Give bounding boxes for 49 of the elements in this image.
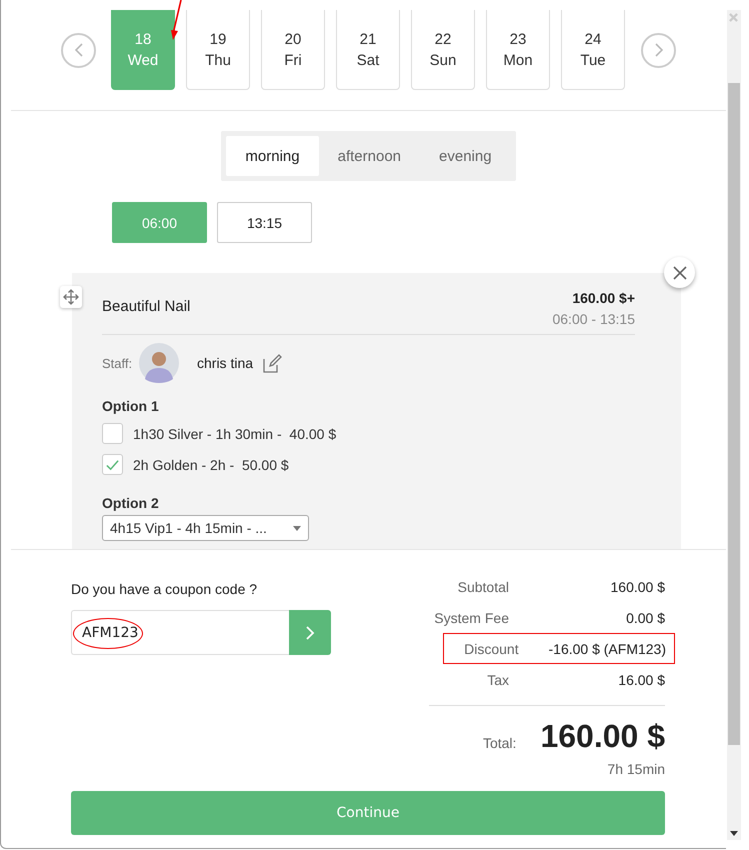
- total-duration: 7h 15min: [606, 761, 665, 777]
- check-icon: [105, 458, 120, 472]
- summary-label: System Fee: [433, 610, 509, 626]
- staff-name: chris tina: [197, 355, 254, 371]
- option-label: 1h30 Silver - 1h 30min - 40.00 $: [133, 426, 336, 442]
- period-tab[interactable]: afternoon: [318, 136, 420, 176]
- option-title: Option 1: [102, 398, 160, 414]
- summary-value: 16.00 $: [617, 672, 665, 688]
- chevron-right-icon: [305, 626, 315, 640]
- move-handle[interactable]: [60, 286, 82, 308]
- day-tab[interactable]: 22 Sun: [411, 10, 475, 90]
- summary-value: -16.00 $ (AFM123): [548, 640, 666, 656]
- option-dropdown[interactable]: 4h15 Vip1 - 4h 15min - ...: [102, 515, 309, 541]
- close-icon[interactable]: [729, 13, 738, 22]
- day-tab[interactable]: 21 Sat: [336, 10, 400, 90]
- previous-button[interactable]: [61, 32, 96, 68]
- summary-label: Discount: [463, 640, 519, 656]
- close-icon: [672, 266, 686, 280]
- day-tab[interactable]: 20 Fri: [261, 10, 325, 90]
- day-tab[interactable]: 19 Thu: [186, 10, 250, 90]
- staff-label: Staff:: [102, 356, 134, 370]
- day-tab[interactable]: 24 Tue: [561, 10, 625, 90]
- apply-button[interactable]: [289, 610, 331, 655]
- coupon-field[interactable]: AFM123: [71, 610, 289, 655]
- service-name: Beautiful Nail: [102, 298, 190, 317]
- close-button[interactable]: [664, 257, 695, 288]
- checkbox[interactable]: [102, 423, 123, 444]
- checkbox[interactable]: [102, 454, 123, 475]
- caret-icon: [293, 526, 301, 530]
- summary-label: Subtotal: [456, 578, 509, 594]
- edit-icon[interactable]: [262, 352, 284, 374]
- time-range: 06:00 - 13:15: [552, 311, 635, 327]
- summary-value: 0.00 $: [625, 610, 665, 626]
- period-tab[interactable]: evening: [420, 136, 511, 176]
- option-label: 2h Golden - 2h - 50.00 $: [133, 456, 289, 472]
- total-value: 160.00 $: [540, 718, 665, 755]
- summary-value: 160.00 $: [610, 578, 665, 594]
- service-price: 160.00 $+: [572, 290, 635, 306]
- option-title: Option 2: [102, 495, 160, 511]
- staff-avatar: [139, 343, 179, 383]
- time-slot[interactable]: 13:15: [217, 202, 312, 243]
- total-label: Total:: [482, 735, 516, 753]
- period-tab[interactable]: morning: [226, 136, 319, 176]
- coupon-label: Do you have a coupon code ?: [71, 581, 258, 597]
- summary-label: Tax: [486, 672, 509, 688]
- next-button[interactable]: [641, 32, 676, 68]
- scroll-down-icon[interactable]: [730, 831, 738, 836]
- day-tab[interactable]: 23 Mon: [486, 10, 550, 90]
- scrollbar[interactable]: [727, 10, 741, 840]
